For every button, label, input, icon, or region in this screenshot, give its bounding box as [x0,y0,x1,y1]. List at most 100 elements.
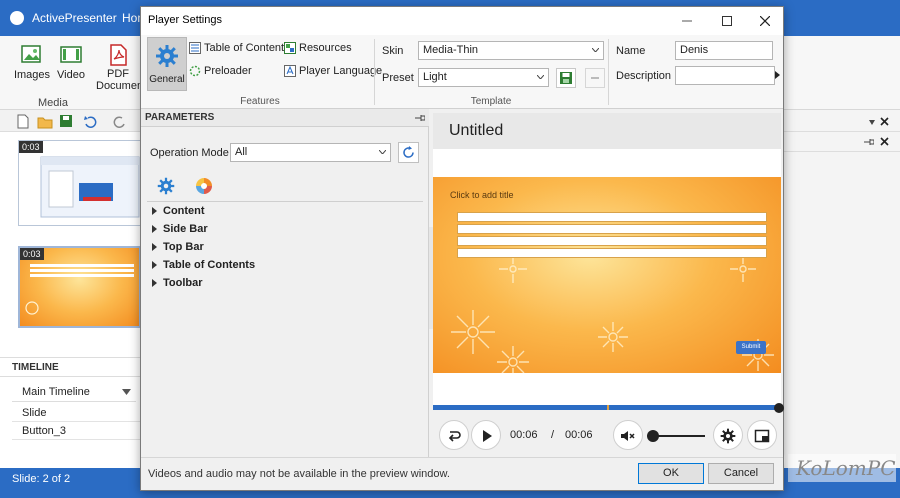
maximize-icon [722,16,732,26]
watermark-text: KoLomPC [796,456,896,480]
player-preview: Untitled Click to add title Submit 00:06… [429,109,784,457]
name-label: Name [616,45,646,57]
pin-icon [864,139,874,145]
preloader-toggle[interactable]: Preloader [189,62,252,80]
slide-title: Click to add title [450,190,514,200]
timeline-row[interactable]: Button_3 [12,422,141,440]
cancel-button[interactable]: Cancel [708,463,774,484]
parameters-pane: PARAMETERS Operation Mode All Content Si… [141,109,429,457]
play-button[interactable] [471,420,501,450]
expand-arrow-icon [152,261,157,269]
right-pane [784,110,900,468]
color-palette-icon [196,178,212,194]
undo-icon [84,116,97,128]
name-field[interactable]: Denis [675,41,773,60]
player-settings-dialog: Player Settings General Table of Content… [140,6,784,491]
operation-mode-label: Operation Mode [150,147,229,159]
open-folder-icon [37,117,53,129]
resources-icon [284,42,296,54]
parameters-header: PARAMETERS [141,109,429,127]
tree-item-toolbar[interactable]: Toolbar [152,277,203,289]
slide-thumbnail-1[interactable]: 0:03 [18,140,141,226]
pdf-button[interactable]: PDF Documen [96,42,144,92]
skin-select[interactable]: Media-Thin [418,41,604,60]
tree-item-label: Toolbar [163,277,203,289]
tree-item-table-of-contents[interactable]: Table of Contents [152,259,255,271]
close-icon [760,16,770,26]
slide-text-line [457,236,767,246]
maximize-button[interactable] [713,11,741,31]
preset-select[interactable]: Light [418,68,549,87]
player-language-toggle[interactable]: Player Language [284,62,382,80]
preset-value: Light [423,71,447,83]
replay-icon [448,431,461,442]
operation-mode-value: All [235,146,248,158]
volume-handle[interactable] [647,430,659,442]
volume-slider[interactable] [653,435,705,437]
expand-arrow-icon [152,225,157,233]
save-preset-button[interactable] [556,68,576,88]
description-field[interactable] [675,66,775,85]
skin-label: Skin [382,45,404,57]
right-pane-header [784,132,900,152]
dialog-ribbon: General Table of Contents Resources Prel… [141,35,783,109]
appearance-tab[interactable] [195,177,213,195]
tree-item-content[interactable]: Content [152,205,205,217]
preloader-icon [189,65,201,77]
parameters-title: PARAMETERS [145,112,215,123]
video-label: Video [57,69,85,81]
play-icon [483,430,492,442]
slide-text-line [457,212,767,222]
resources-toggle[interactable]: Resources [284,39,352,57]
reset-button[interactable] [398,142,419,163]
chevron-down-icon [592,48,599,52]
images-button[interactable]: Images [12,42,52,81]
right-pane-header [784,112,900,132]
preview-title: Untitled [449,122,504,139]
general-button[interactable]: General [147,37,187,91]
submit-button[interactable]: Submit [736,341,766,354]
preview-spacer [433,149,781,177]
save-icon [60,115,72,127]
general-label: General [149,74,185,85]
pdf-label-2: Documen [96,80,144,92]
close-button[interactable] [751,11,779,31]
redo-icon [113,116,125,128]
table-of-contents-toggle[interactable]: Table of Contents [189,39,290,57]
delete-preset-button[interactable] [585,68,605,88]
timeline-selector[interactable]: Main Timeline [12,382,136,402]
chevron-down-icon [122,389,131,395]
minimize-button[interactable] [673,11,701,31]
operation-mode-select[interactable]: All [230,143,391,162]
tree-item-label: Content [163,205,205,217]
timeline-selected: Main Timeline [22,386,90,398]
replay-button[interactable] [439,420,469,450]
player-settings-button[interactable] [713,420,743,450]
tree-item-top-bar[interactable]: Top Bar [152,241,204,253]
video-button[interactable]: Video [54,42,88,81]
save-icon [560,72,572,84]
footer-note: Videos and audio may not be available in… [148,468,450,480]
app-logo-icon [10,11,24,25]
tree-item-side-bar[interactable]: Side Bar [152,223,208,235]
mute-button[interactable] [613,420,643,450]
time-separator: / [551,429,555,441]
close-icon [880,137,889,146]
settings-tab[interactable] [157,177,175,195]
expand-arrow-icon [152,243,157,251]
refresh-icon [403,146,414,158]
slide-thumbnail-2[interactable]: 0:03 [18,246,141,328]
timeline-row[interactable]: Slide [12,404,141,422]
ribbon-group-media: Media [38,97,68,109]
ok-button[interactable]: OK [638,463,704,484]
chevron-down-icon [379,150,386,154]
slide-canvas: Click to add title Submit [433,177,781,373]
fullscreen-button[interactable] [747,420,777,450]
preset-label: Preset [382,72,414,84]
resources-label: Resources [299,42,352,54]
close-icon [880,117,889,126]
skin-value: Media-Thin [423,44,479,56]
minus-icon [591,77,599,79]
seek-bar-handle[interactable] [774,403,784,413]
slide-text-line [457,224,767,234]
